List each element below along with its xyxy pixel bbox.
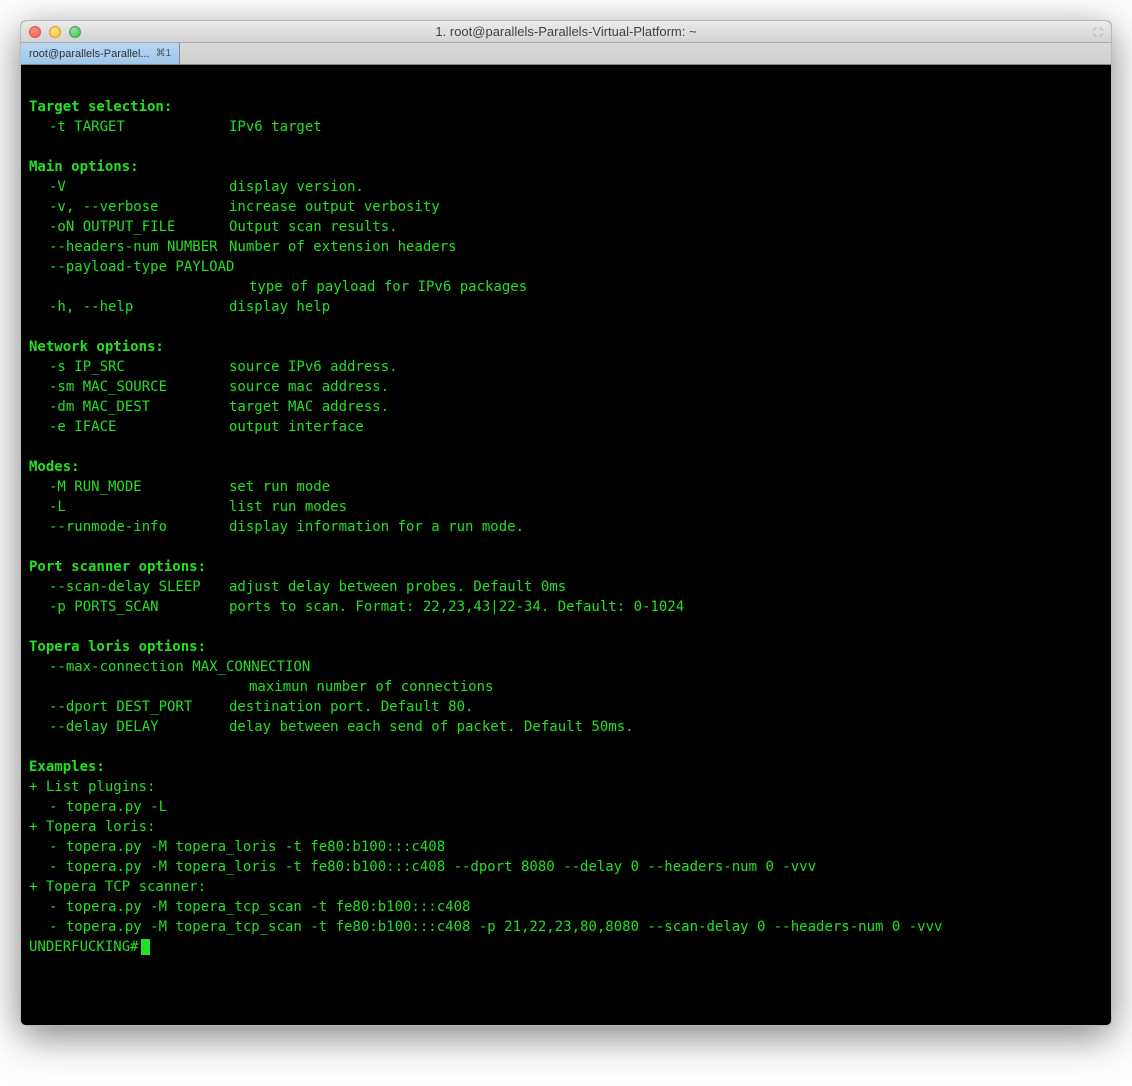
titlebar: 1. root@parallels-Parallels-Virtual-Plat…	[21, 21, 1111, 43]
section-port-header: Port scanner options:	[29, 557, 1103, 577]
close-icon[interactable]	[29, 26, 41, 38]
section-main-header: Main options:	[29, 157, 1103, 177]
terminal-body[interactable]: Target selection:-t TARGETIPv6 target Ma…	[21, 65, 1111, 1025]
tab-hotkey: ⌘1	[156, 48, 172, 59]
tab-label: root@parallels-Parallel...	[29, 48, 150, 60]
traffic-lights	[21, 26, 81, 38]
tab-terminal[interactable]: root@parallels-Parallel... ⌘1	[21, 43, 180, 64]
opt-line: -t TARGETIPv6 target	[29, 117, 1103, 137]
expand-icon[interactable]	[1091, 25, 1105, 39]
window-title: 1. root@parallels-Parallels-Virtual-Plat…	[21, 24, 1111, 39]
section-loris-header: Topera loris options:	[29, 637, 1103, 657]
minimize-icon[interactable]	[49, 26, 61, 38]
section-modes-header: Modes:	[29, 457, 1103, 477]
terminal-output: Target selection:-t TARGETIPv6 target Ma…	[29, 77, 1103, 957]
tabbar: root@parallels-Parallel... ⌘1	[21, 43, 1111, 65]
zoom-icon[interactable]	[69, 26, 81, 38]
prompt: UNDERFUCKING#	[29, 939, 139, 955]
prompt-line: UNDERFUCKING#	[29, 937, 1103, 957]
section-network-header: Network options:	[29, 337, 1103, 357]
section-examples-header: Examples:	[29, 757, 1103, 777]
cursor-icon	[141, 939, 150, 955]
section-target-header: Target selection:	[29, 97, 1103, 117]
terminal-window: 1. root@parallels-Parallels-Virtual-Plat…	[20, 20, 1112, 1026]
